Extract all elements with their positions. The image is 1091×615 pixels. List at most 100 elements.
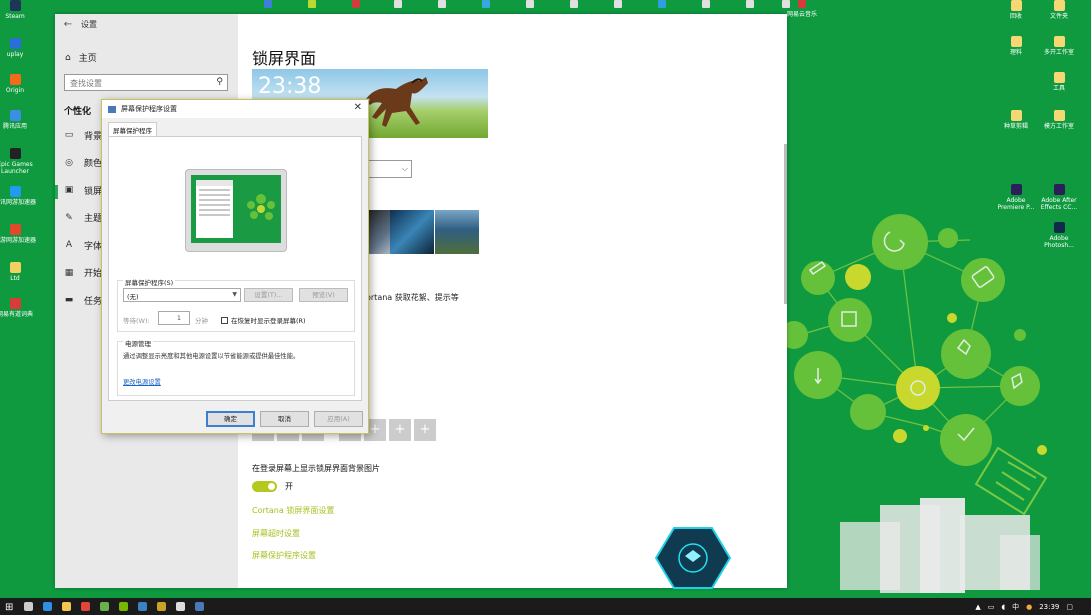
desktop-icon-label: Origin bbox=[5, 87, 25, 94]
power-management-label: 电源管理 bbox=[123, 338, 153, 348]
desktop-icon[interactable]: Epic Games Launcher bbox=[0, 148, 37, 175]
taskbar-app-button[interactable] bbox=[171, 598, 190, 615]
desktop-top-icon[interactable] bbox=[292, 0, 332, 9]
desktop-icon[interactable]: 模方工作室 bbox=[1037, 110, 1081, 130]
network-icon[interactable]: ▭ bbox=[988, 603, 995, 611]
antivirus-icon[interactable]: ● bbox=[1026, 603, 1032, 611]
screensaver-preview-button[interactable]: 预览(V) bbox=[299, 288, 348, 302]
app-icon bbox=[1053, 0, 1065, 11]
desktop-icon[interactable]: 文件夹 bbox=[1037, 0, 1081, 20]
desktop-icon[interactable]: 迅游网游加速器 bbox=[0, 224, 37, 244]
login-background-toggle[interactable] bbox=[252, 481, 277, 492]
taskbar-app-button[interactable] bbox=[133, 598, 152, 615]
wait-minutes-stepper[interactable]: 1 bbox=[158, 311, 190, 325]
sidebar-item[interactable]: ◎ 颜色 bbox=[64, 155, 102, 171]
desktop-icon[interactable]: Steam bbox=[0, 0, 37, 20]
desktop-icon[interactable]: 种草剪辑 bbox=[994, 110, 1038, 130]
taskbar-app-button[interactable] bbox=[190, 598, 209, 615]
screensaver-settings-link[interactable]: 屏幕保护程序设置 bbox=[252, 550, 316, 561]
desktop-icon-label: Epic Games Launcher bbox=[0, 161, 33, 175]
desktop-top-icon[interactable] bbox=[422, 0, 462, 9]
desktop-icon[interactable]: 理料 bbox=[994, 36, 1038, 56]
taskbar-app-button[interactable] bbox=[152, 598, 171, 615]
taskbar-app-button[interactable] bbox=[114, 598, 133, 615]
taskbar-app-button[interactable] bbox=[19, 598, 38, 615]
wait-label: 等待(W): bbox=[123, 317, 150, 325]
desktop-top-icon[interactable] bbox=[686, 0, 726, 9]
desktop-icon[interactable]: 回收 bbox=[994, 0, 1038, 20]
minutes-label: 分钟 bbox=[195, 317, 208, 325]
image-icon: ▭ bbox=[64, 130, 74, 140]
desktop-top-icon[interactable] bbox=[554, 0, 594, 9]
desktop-icon[interactable]: 多开工作室 bbox=[1037, 36, 1081, 56]
dialog-titlebar: 屏幕保护程序设置 bbox=[102, 100, 368, 118]
app-icon bbox=[1010, 110, 1022, 121]
sidebar-item[interactable]: ✎ 主题 bbox=[64, 210, 102, 226]
settings-search-input[interactable]: 查找设置 ⚲ bbox=[64, 74, 228, 91]
add-app-button-4[interactable]: + bbox=[414, 419, 436, 441]
resume-login-checkbox[interactable]: 在恢复时显示登录屏幕(R) bbox=[221, 315, 306, 325]
screensaver-tab-panel: 屏幕保护程序(S) (无) ▼ 设置(T)... 预览(V) 等待(W): 1 … bbox=[108, 136, 362, 401]
desktop-top-icon[interactable] bbox=[466, 0, 506, 9]
section-heading: 个性化 bbox=[64, 107, 92, 117]
desktop-icon[interactable]: 腾讯网游加速器 bbox=[0, 186, 37, 206]
desktop-top-icon[interactable] bbox=[730, 0, 770, 9]
background-type-dropdown[interactable]: ⌵ bbox=[366, 160, 412, 178]
screen-timeout-link[interactable]: 屏幕超时设置 bbox=[252, 528, 300, 539]
volume-icon[interactable]: ◖ bbox=[1001, 603, 1005, 611]
change-power-settings-link[interactable]: 更改电源设置 bbox=[123, 377, 161, 386]
desktop-icon[interactable]: 网易有道词典 bbox=[0, 298, 37, 318]
background-thumbnail-2[interactable] bbox=[390, 210, 434, 254]
search-placeholder: 查找设置 bbox=[70, 79, 102, 88]
hexagon-logo-graphic bbox=[655, 527, 731, 589]
cortana-lockscreen-link[interactable]: Cortana 锁屏界面设置 bbox=[252, 505, 334, 516]
ok-button[interactable]: 确定 bbox=[206, 411, 255, 427]
sidebar-item[interactable]: ▦ 开始 bbox=[64, 265, 102, 281]
apply-button[interactable]: 应用(A) bbox=[314, 411, 363, 427]
background-thumbnail-3[interactable] bbox=[435, 210, 479, 254]
desktop-icon[interactable]: uplay bbox=[0, 38, 37, 58]
sidebar-item[interactable]: ▭ 背景 bbox=[64, 127, 102, 143]
content-scrollbar[interactable] bbox=[784, 144, 787, 304]
screensaver-select[interactable]: (无) ▼ bbox=[123, 288, 241, 302]
taskbar-clock[interactable]: 23:39 bbox=[1039, 603, 1059, 611]
screensaver-icon bbox=[195, 602, 204, 611]
sidebar-item[interactable]: A 字体 bbox=[64, 237, 102, 253]
taskbar-app-button[interactable] bbox=[95, 598, 114, 615]
home-nav-item[interactable]: ⌂ 主页 bbox=[65, 51, 97, 65]
app-icon bbox=[482, 0, 490, 8]
ime-indicator[interactable]: 中 bbox=[1012, 602, 1019, 612]
start-button[interactable]: ⊞ bbox=[0, 598, 19, 615]
desktop-top-icon[interactable] bbox=[336, 0, 376, 9]
sidebar-item-label: 背景 bbox=[84, 131, 103, 142]
page-title: 锁屏界面 bbox=[252, 49, 317, 68]
dialog-close-icon[interactable]: ✕ bbox=[354, 102, 362, 113]
notification-icon[interactable]: ▢ bbox=[1066, 603, 1073, 611]
search-icon[interactable]: ⚲ bbox=[216, 77, 223, 87]
desktop-top-icon[interactable] bbox=[248, 0, 288, 9]
desktop-icon[interactable]: Ltd bbox=[0, 262, 37, 282]
desktop-icon[interactable]: 工具 bbox=[1037, 72, 1081, 92]
tray-chevron-icon[interactable]: ▲ bbox=[975, 603, 980, 611]
app-icon bbox=[9, 38, 21, 49]
back-arrow-icon[interactable]: ← bbox=[55, 19, 81, 30]
taskbar-app-button[interactable] bbox=[57, 598, 76, 615]
sidebar-item-label: 颜色 bbox=[84, 159, 103, 169]
cancel-button[interactable]: 取消 bbox=[260, 411, 309, 427]
desktop-top-icon[interactable] bbox=[378, 0, 418, 9]
nvidia-icon bbox=[119, 602, 128, 611]
screensaver-settings-button[interactable]: 设置(T)... bbox=[244, 288, 293, 302]
taskbar-app-button[interactable] bbox=[38, 598, 57, 615]
desktop-icon[interactable]: Origin bbox=[0, 74, 37, 94]
monitor-icon bbox=[108, 105, 116, 113]
desktop-top-icon[interactable] bbox=[642, 0, 682, 9]
checkbox-box[interactable] bbox=[221, 316, 228, 324]
taskbar-app-button[interactable] bbox=[76, 598, 95, 615]
desktop-top-icon[interactable] bbox=[510, 0, 550, 9]
tab-screensaver[interactable]: 屏幕保护程序 bbox=[108, 122, 157, 137]
home-icon: ⌂ bbox=[65, 52, 71, 63]
add-app-button-3[interactable]: + bbox=[389, 419, 411, 441]
desktop-top-icon[interactable] bbox=[598, 0, 638, 9]
desktop-icon[interactable]: 腾讯应用 bbox=[0, 110, 37, 130]
app-icon bbox=[526, 0, 534, 8]
